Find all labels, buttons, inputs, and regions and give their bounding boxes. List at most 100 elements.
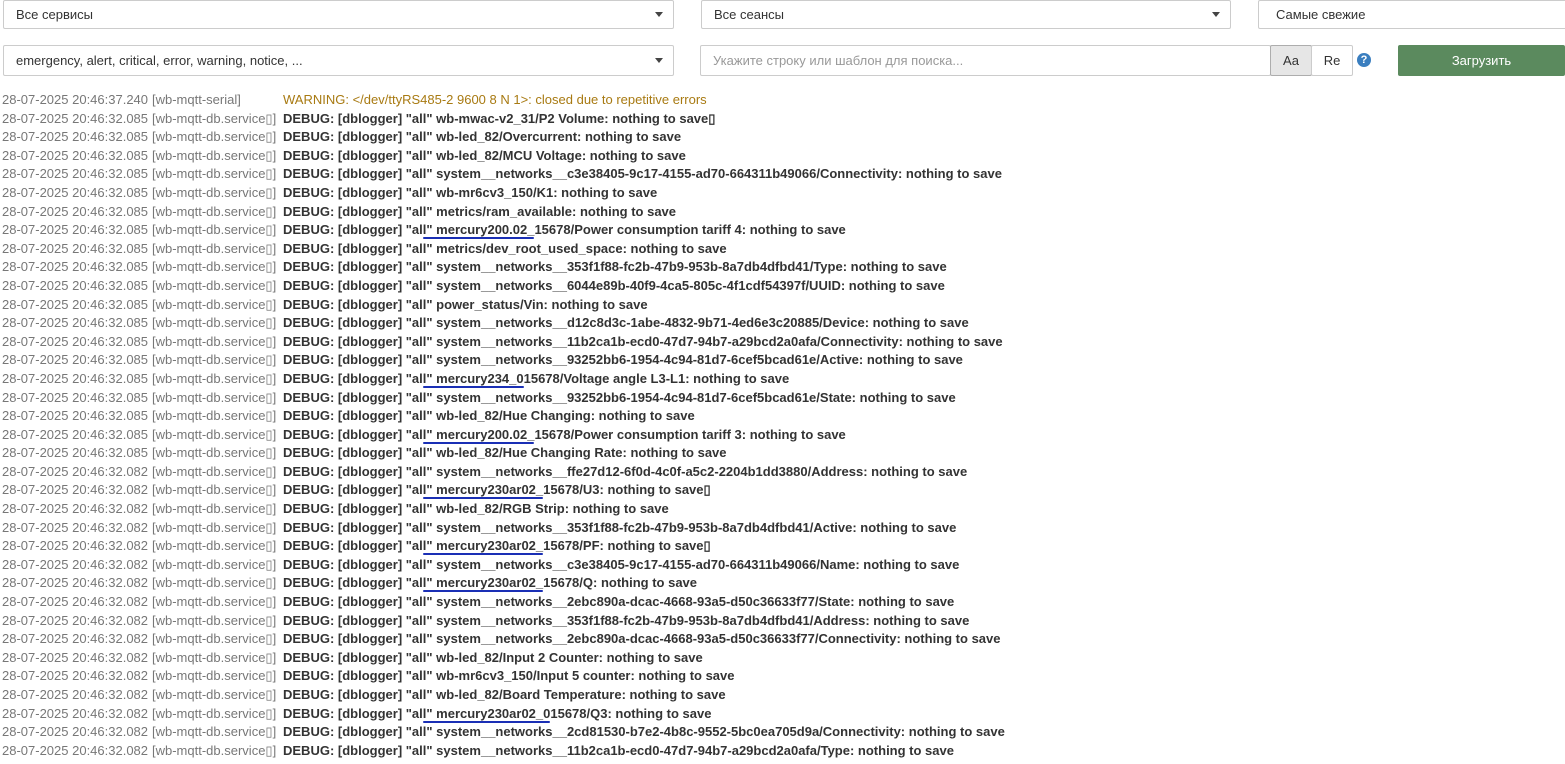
log-service: [wb-mqtt-db.service▯] bbox=[152, 277, 277, 293]
log-timestamp: 28-07-2025 20:46:32.085 bbox=[2, 296, 149, 312]
log-message: DEBUG: [dblogger] "all" mercury200.02_15… bbox=[283, 222, 846, 238]
log-row: 28-07-2025 20:46:32.085 [wb-mqtt-db.servi… bbox=[2, 165, 1562, 184]
log-message: DEBUG: [dblogger] "all" system__networks… bbox=[283, 277, 945, 293]
log-row: 28-07-2025 20:46:32.082 [wb-mqtt-db.servi… bbox=[2, 630, 1562, 649]
log-timestamp: 28-07-2025 20:46:32.085 bbox=[2, 370, 149, 386]
log-message: DEBUG: [dblogger] "all" system__networks… bbox=[283, 166, 1002, 182]
log-service: [wb-mqtt-db.service▯] bbox=[152, 426, 277, 442]
log-row: 28-07-2025 20:46:32.082 [wb-mqtt-db.servi… bbox=[2, 686, 1562, 705]
log-timestamp: 28-07-2025 20:46:32.085 bbox=[2, 352, 149, 368]
log-timestamp: 28-07-2025 20:46:32.082 bbox=[2, 519, 149, 535]
log-row: 28-07-2025 20:46:32.085 [wb-mqtt-db.servi… bbox=[2, 333, 1562, 352]
log-row: 28-07-2025 20:46:32.085 [wb-mqtt-db.servi… bbox=[2, 314, 1562, 333]
log-row: 28-07-2025 20:46:32.082 [wb-mqtt-db.servi… bbox=[2, 463, 1562, 482]
regex-toggle[interactable]: Re bbox=[1311, 45, 1353, 76]
search-input[interactable]: Укажите строку или шаблон для поиска... bbox=[700, 45, 1271, 76]
log-row: 28-07-2025 20:46:32.085 [wb-mqtt-db.servi… bbox=[2, 221, 1562, 240]
log-row: 28-07-2025 20:46:32.085 [wb-mqtt-db.servi… bbox=[2, 128, 1562, 147]
log-message: DEBUG: [dblogger] "all" system__networks… bbox=[283, 259, 947, 275]
log-row: 28-07-2025 20:46:32.082 [wb-mqtt-db.servi… bbox=[2, 519, 1562, 538]
log-timestamp: 28-07-2025 20:46:32.085 bbox=[2, 147, 149, 163]
case-sensitive-toggle[interactable]: Aa bbox=[1270, 45, 1312, 76]
log-message: DEBUG: [dblogger] "all" metrics/dev_root… bbox=[283, 240, 727, 256]
log-service: [wb-mqtt-db.service▯] bbox=[152, 166, 277, 182]
log-service: [wb-mqtt-db.service▯] bbox=[152, 594, 277, 610]
chevron-down-icon bbox=[1212, 12, 1220, 17]
log-service: [wb-mqtt-db.service▯] bbox=[152, 296, 277, 312]
log-row: 28-07-2025 20:46:32.082 [wb-mqtt-db.servi… bbox=[2, 667, 1562, 686]
log-row: 28-07-2025 20:46:32.082 [wb-mqtt-db.servi… bbox=[2, 593, 1562, 612]
log-row: 28-07-2025 20:46:32.082 [wb-mqtt-db.servi… bbox=[2, 537, 1562, 556]
levels-select-value: emergency, alert, critical, error, warni… bbox=[16, 53, 303, 68]
sessions-select[interactable]: Все сеансы bbox=[701, 0, 1231, 29]
log-timestamp: 28-07-2025 20:46:37.240 bbox=[2, 92, 149, 107]
log-timestamp: 28-07-2025 20:46:32.085 bbox=[2, 129, 149, 145]
log-timestamp: 28-07-2025 20:46:32.085 bbox=[2, 445, 149, 461]
log-message: DEBUG: [dblogger] "all" mercury230ar02_1… bbox=[283, 575, 698, 591]
log-row: 28-07-2025 20:46:32.085 [wb-mqtt-db.servi… bbox=[2, 110, 1562, 129]
order-select-value: Самые свежие bbox=[1276, 7, 1366, 22]
log-message: DEBUG: [dblogger] "all" mercury230ar02_1… bbox=[283, 482, 711, 498]
log-row: 28-07-2025 20:46:32.085 [wb-mqtt-db.servi… bbox=[2, 351, 1562, 370]
log-timestamp: 28-07-2025 20:46:32.085 bbox=[2, 166, 149, 182]
log-message: DEBUG: [dblogger] "all" wb-led_82/Board … bbox=[283, 687, 726, 702]
log-row: 28-07-2025 20:46:32.085 [wb-mqtt-db.servi… bbox=[2, 277, 1562, 296]
log-timestamp: 28-07-2025 20:46:32.082 bbox=[2, 594, 149, 610]
log-timestamp: 28-07-2025 20:46:32.082 bbox=[2, 631, 149, 647]
log-message: DEBUG: [dblogger] "all" wb-mwac-v2_31/P2… bbox=[283, 110, 716, 126]
log-message: DEBUG: [dblogger] "all" wb-led_82/MCU Vo… bbox=[283, 147, 686, 163]
log-timestamp: 28-07-2025 20:46:32.085 bbox=[2, 408, 149, 424]
levels-select[interactable]: emergency, alert, critical, error, warni… bbox=[3, 45, 674, 76]
log-row: 28-07-2025 20:46:32.082 [wb-mqtt-db.servi… bbox=[2, 481, 1562, 500]
log-message: DEBUG: [dblogger] "all" metrics/ram_avai… bbox=[283, 203, 677, 219]
log-timestamp: 28-07-2025 20:46:32.082 bbox=[2, 687, 149, 702]
log-message: DEBUG: [dblogger] "all" wb-led_82/Overcu… bbox=[283, 129, 682, 145]
log-service: [wb-mqtt-db.service▯] bbox=[152, 408, 277, 424]
log-timestamp: 28-07-2025 20:46:32.082 bbox=[2, 575, 149, 591]
log-service: [wb-mqtt-db.service▯] bbox=[152, 575, 277, 591]
log-row: 28-07-2025 20:46:32.082 [wb-mqtt-db.servi… bbox=[2, 742, 1562, 761]
log-service: [wb-mqtt-db.service▯] bbox=[152, 482, 277, 498]
log-message: DEBUG: [dblogger] "all" power_status/Vin… bbox=[283, 296, 648, 312]
log-service: [wb-mqtt-db.service▯] bbox=[152, 259, 277, 275]
log-row: 28-07-2025 20:46:32.085 [wb-mqtt-db.servi… bbox=[2, 444, 1562, 463]
log-timestamp: 28-07-2025 20:46:32.082 bbox=[2, 649, 149, 665]
log-timestamp: 28-07-2025 20:46:32.082 bbox=[2, 724, 149, 740]
log-message: DEBUG: [dblogger] "all" system__networks… bbox=[283, 463, 968, 479]
log-timestamp: 28-07-2025 20:46:32.082 bbox=[2, 668, 149, 684]
log-row: 28-07-2025 20:46:32.082 [wb-mqtt-db.servi… bbox=[2, 705, 1562, 724]
log-service: [wb-mqtt-db.service▯] bbox=[152, 333, 277, 349]
log-row: 28-07-2025 20:46:32.085 [wb-mqtt-db.servi… bbox=[2, 407, 1562, 426]
order-select[interactable]: Самые свежие bbox=[1258, 0, 1565, 29]
log-timestamp: 28-07-2025 20:46:32.085 bbox=[2, 333, 149, 349]
log-row: 28-07-2025 20:46:32.085 [wb-mqtt-db.servi… bbox=[2, 389, 1562, 408]
log-row: 28-07-2025 20:46:32.085 [wb-mqtt-db.servi… bbox=[2, 296, 1562, 315]
log-message: DEBUG: [dblogger] "all" mercury200.02_15… bbox=[283, 426, 846, 442]
log-timestamp: 28-07-2025 20:46:32.085 bbox=[2, 184, 149, 200]
log-message: DEBUG: [dblogger] "all" system__networks… bbox=[283, 612, 970, 628]
log-message: DEBUG: [dblogger] "all" wb-led_82/RGB St… bbox=[283, 501, 669, 517]
log-timestamp: 28-07-2025 20:46:32.082 bbox=[2, 556, 149, 572]
log-service: [wb-mqtt-db.service▯] bbox=[152, 315, 277, 331]
log-row: 28-07-2025 20:46:37.240 [wb-mqtt-serial] W… bbox=[2, 91, 1562, 110]
log-row: 28-07-2025 20:46:32.085 [wb-mqtt-db.servi… bbox=[2, 370, 1562, 389]
log-message: DEBUG: [dblogger] "all" system__networks… bbox=[283, 352, 963, 368]
log-service: [wb-mqtt-db.service▯] bbox=[152, 649, 277, 665]
log-service: [wb-mqtt-db.service▯] bbox=[152, 222, 277, 238]
log-service: [wb-mqtt-db.service▯] bbox=[152, 631, 277, 647]
services-select[interactable]: Все сервисы bbox=[3, 0, 674, 29]
log-message: DEBUG: [dblogger] "all" system__networks… bbox=[283, 315, 969, 331]
log-service: [wb-mqtt-db.service▯] bbox=[152, 370, 277, 386]
help-icon[interactable]: ? bbox=[1357, 53, 1371, 67]
log-service: [wb-mqtt-db.service▯] bbox=[152, 389, 277, 405]
load-button[interactable]: Загрузить bbox=[1398, 45, 1565, 76]
log-timestamp: 28-07-2025 20:46:32.082 bbox=[2, 612, 149, 628]
log-service: [wb-mqtt-db.service▯] bbox=[152, 687, 277, 702]
log-row: 28-07-2025 20:46:32.085 [wb-mqtt-db.servi… bbox=[2, 426, 1562, 445]
log-service: [wb-mqtt-db.service▯] bbox=[152, 501, 277, 517]
log-timestamp: 28-07-2025 20:46:32.085 bbox=[2, 110, 149, 126]
log-list: 28-07-2025 20:46:37.240 [wb-mqtt-serial] W… bbox=[2, 91, 1562, 760]
chevron-down-icon bbox=[655, 58, 663, 63]
log-service: [wb-mqtt-db.service▯] bbox=[152, 445, 277, 461]
log-row: 28-07-2025 20:46:32.082 [wb-mqtt-db.servi… bbox=[2, 500, 1562, 519]
